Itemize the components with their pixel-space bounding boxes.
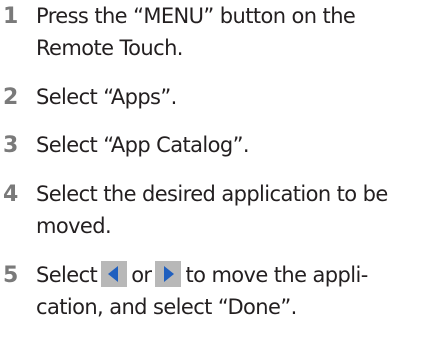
step-text: Select “App Catalog”. — [36, 129, 428, 161]
step-text: Select the desired application to be mov… — [36, 178, 428, 242]
step-text-select: Select — [36, 263, 98, 287]
step-text-line: Select “App Catalog”. — [36, 133, 250, 157]
step-text: Press the “MENU” button on the Remote To… — [36, 0, 428, 64]
step-number: 1 — [3, 4, 19, 29]
step-number: 4 — [3, 182, 19, 207]
step-text-line: Select the desired application to be — [36, 182, 388, 206]
step-text-or: or — [131, 263, 152, 287]
right-arrow-button-icon — [155, 261, 182, 287]
step-text-rest: to move the appli- — [185, 263, 368, 287]
step-number: 3 — [3, 133, 19, 158]
step-text-line: Select or to move the appli- — [36, 259, 428, 291]
step-text-line: Remote Touch. — [36, 36, 183, 60]
step-number: 2 — [3, 85, 19, 110]
left-arrow-button-icon — [101, 261, 128, 287]
step-text: Select “Apps”. — [36, 81, 428, 113]
step-text-line: Select “Apps”. — [36, 85, 177, 109]
step-text-line: Press the “MENU” button on the — [36, 4, 356, 28]
step-text-line: cation, and select “Done”. — [36, 295, 297, 319]
step-number: 5 — [3, 263, 19, 288]
step-text: Select or to move the appli- cation, and s… — [36, 259, 428, 323]
step-text-line: moved. — [36, 214, 112, 238]
